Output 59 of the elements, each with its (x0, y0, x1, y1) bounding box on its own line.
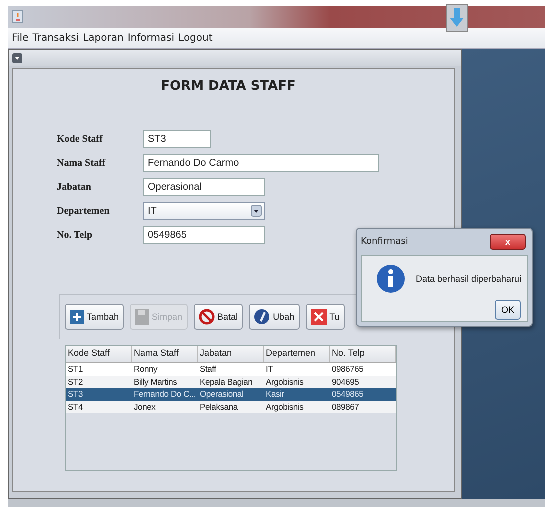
plus-icon (70, 310, 84, 324)
table-cell-text: Operasional (199, 388, 245, 400)
menu-item[interactable]: Transaksi (32, 32, 80, 44)
table-cell-text: ST1 (67, 363, 84, 376)
column-header[interactable]: Jabatan (198, 346, 264, 362)
table-cell-text: IT (265, 363, 274, 376)
table-cell-text: 0986765 (331, 363, 365, 376)
table-cell-text: 904695 (331, 376, 360, 388)
action-button[interactable]: Tu (306, 304, 345, 330)
field-label: Jabatan (57, 182, 92, 192)
field-label: No. Telp (57, 230, 94, 240)
field-label: Departemen (57, 206, 111, 216)
table-cell-text: Jonex (133, 400, 157, 413)
action-button[interactable]: Ubah (249, 304, 300, 330)
close-icon (310, 309, 327, 325)
dialog-title: Konfirmasi (361, 237, 408, 247)
table-cell-text: ST4 (67, 400, 84, 413)
menu-item[interactable]: Informasi (128, 32, 175, 44)
column-header[interactable]: No. Telp (330, 346, 396, 362)
table-cell-text: Staff (199, 363, 218, 376)
table-cell-text: ST2 (67, 376, 84, 388)
table-cell-text: Kepala Bagian (199, 376, 254, 388)
pen-globe-icon (254, 309, 270, 325)
column-header[interactable]: Nama Staff (132, 346, 198, 362)
field-label: Kode Staff (57, 134, 104, 144)
table-cell-text: Ronny (133, 363, 159, 376)
table-cell-text: Argobisnis (265, 376, 305, 388)
menu-item[interactable]: Laporan (83, 32, 124, 44)
table-cell-text: Billy Martins (133, 376, 178, 388)
column-header[interactable]: Departemen (264, 346, 330, 362)
table-cell-text: 089867 (331, 400, 360, 413)
table-cell-text: Fernando Do C... (133, 388, 197, 400)
close-button[interactable]: x (490, 234, 526, 250)
table-cell-text: ST3 (67, 388, 84, 400)
table-row[interactable]: ST1 Ronny Staff IT 0986765 (66, 363, 396, 376)
prohibited-icon (198, 309, 215, 325)
table-cell-text: Pelaksana (199, 400, 240, 413)
action-button[interactable]: Tambah (65, 304, 124, 330)
menu-item[interactable]: File (12, 32, 29, 44)
info-icon (376, 264, 406, 294)
dialog-message: Data berhasil diperbaharui (416, 274, 522, 284)
action-button[interactable]: Batal (194, 304, 244, 330)
text-field[interactable]: ST3 (143, 130, 211, 148)
menu-item[interactable]: Logout (178, 32, 213, 44)
text-field[interactable]: 0549865 (143, 226, 265, 244)
table-cell-text: Argobisnis (265, 400, 305, 413)
frame-menu-icon[interactable] (12, 52, 23, 64)
text-field[interactable]: Fernando Do Carmo (143, 154, 379, 172)
table-row[interactable]: ST3 Fernando Do C... Operasional Kasir 0549865 (66, 388, 396, 400)
table-row[interactable]: ST2 Billy Martins Kepala Bagian Argobisnis 904695 (66, 376, 396, 388)
table-cell-text: Kasir (265, 388, 286, 400)
ok-button[interactable]: OK (495, 300, 521, 320)
table-cell-text: 0549865 (331, 388, 365, 400)
table-row[interactable]: ST4 Jonex Pelaksana Argobisnis 089867 (66, 400, 396, 413)
form-title: FORM DATA STAFF (160, 79, 297, 94)
field-label: Nama Staff (57, 158, 107, 168)
department-dropdown[interactable]: IT (143, 202, 265, 220)
column-header[interactable]: Kode Staff (66, 346, 132, 362)
text-field[interactable]: Operasional (143, 178, 265, 196)
